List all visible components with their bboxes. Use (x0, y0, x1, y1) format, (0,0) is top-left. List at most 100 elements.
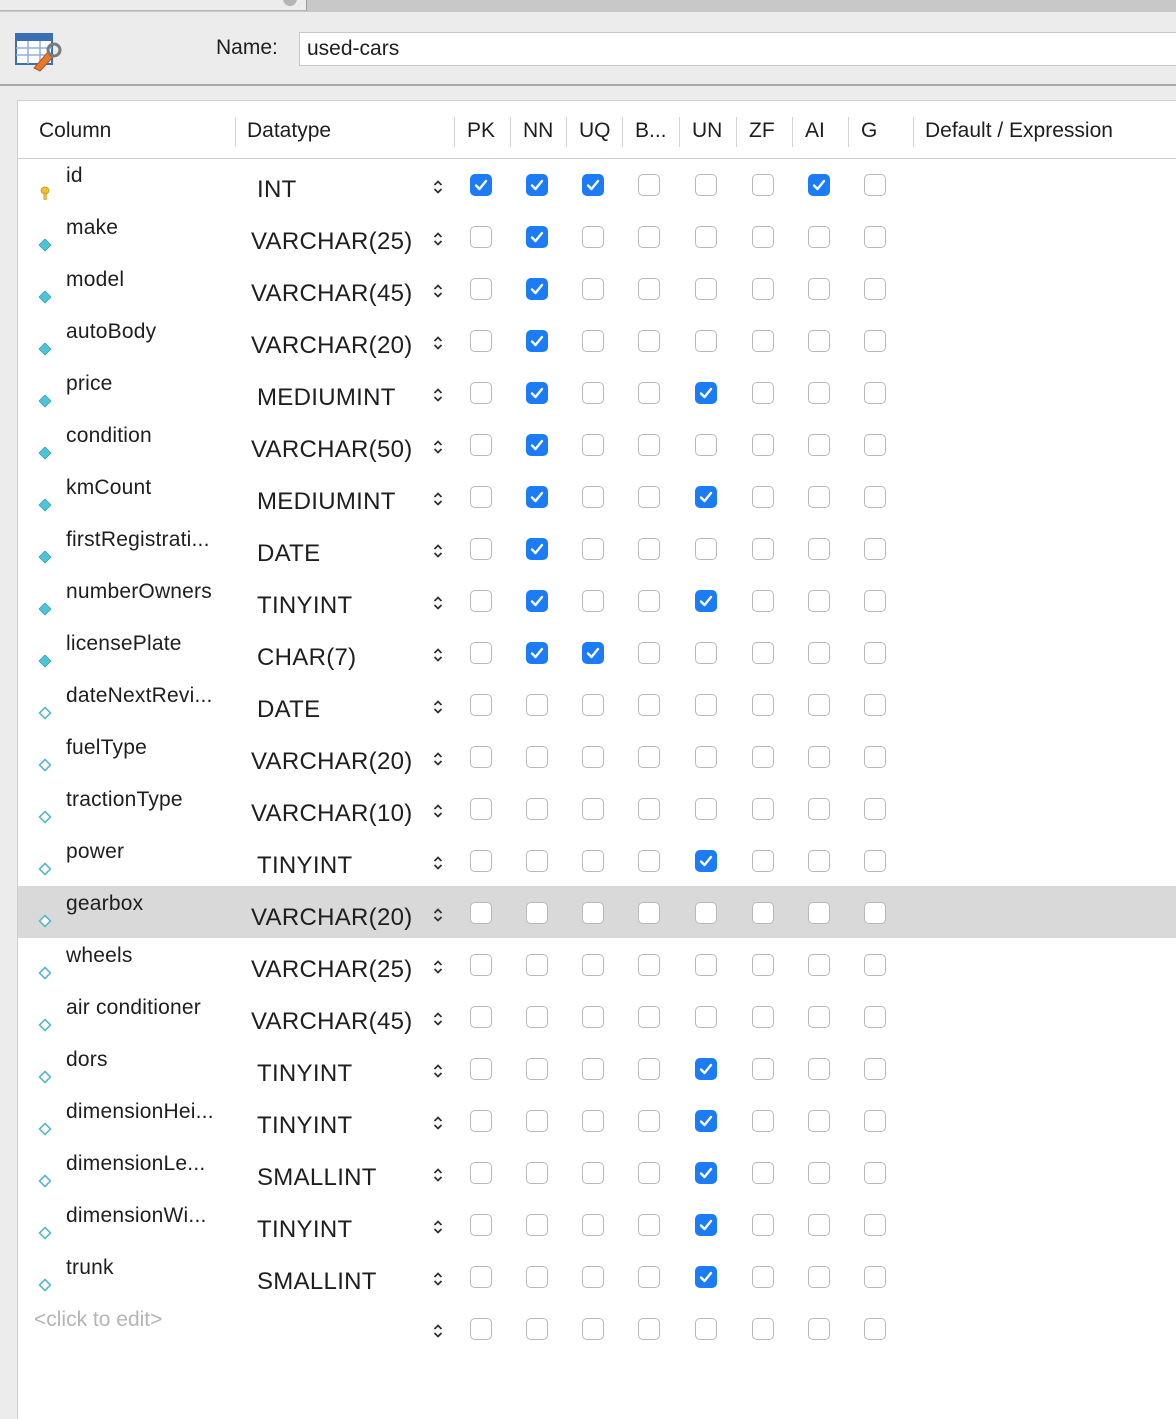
checkbox-checked[interactable] (808, 174, 830, 196)
checkbox-checked[interactable] (526, 434, 548, 456)
checkbox-unchecked[interactable] (638, 434, 660, 456)
checkbox-unchecked[interactable] (808, 486, 830, 508)
checkbox-unchecked[interactable] (752, 382, 774, 404)
checkbox-unchecked[interactable] (864, 1058, 886, 1080)
column-row[interactable]: id INT (18, 158, 1176, 210)
new-column-row[interactable]: <click to edit> (18, 1302, 1176, 1354)
checkbox-checked[interactable] (695, 1110, 717, 1132)
column-datatype[interactable]: TINYINT (257, 852, 352, 880)
column-datatype[interactable]: CHAR(7) (257, 644, 356, 672)
checkbox-unchecked[interactable] (695, 694, 717, 716)
checkbox-checked[interactable] (526, 330, 548, 352)
checkbox-unchecked[interactable] (864, 642, 886, 664)
column-row[interactable]: fuelType VARCHAR(20) (18, 730, 1176, 782)
checkbox-unchecked[interactable] (752, 330, 774, 352)
checkbox-unchecked[interactable] (808, 1110, 830, 1132)
checkbox-unchecked[interactable] (752, 954, 774, 976)
flag-header-0[interactable]: PK (467, 119, 495, 143)
checkbox-unchecked[interactable] (808, 278, 830, 300)
checkbox-unchecked[interactable] (752, 434, 774, 456)
checkbox-unchecked[interactable] (808, 1162, 830, 1184)
default-expression-header[interactable]: Default / Expression (925, 119, 1113, 143)
column-datatype[interactable]: MEDIUMINT (257, 488, 396, 516)
column-name[interactable]: id (66, 164, 83, 188)
checkbox-unchecked[interactable] (526, 1266, 548, 1288)
checkbox-unchecked[interactable] (864, 798, 886, 820)
column-name[interactable]: price (66, 372, 113, 396)
column-datatype[interactable]: SMALLINT (257, 1164, 377, 1192)
checkbox-checked[interactable] (526, 538, 548, 560)
column-datatype[interactable]: VARCHAR(20) (251, 748, 413, 776)
column-row[interactable]: air conditioner VARCHAR(45) (18, 990, 1176, 1042)
column-row[interactable]: dors TINYINT (18, 1042, 1176, 1094)
flag-header-5[interactable]: ZF (749, 119, 775, 143)
checkbox-unchecked[interactable] (752, 902, 774, 924)
checkbox-unchecked[interactable] (638, 1214, 660, 1236)
checkbox-unchecked[interactable] (470, 694, 492, 716)
checkbox-unchecked[interactable] (695, 330, 717, 352)
checkbox-unchecked[interactable] (695, 954, 717, 976)
datatype-stepper-icon[interactable] (432, 230, 444, 248)
checkbox-unchecked[interactable] (526, 902, 548, 924)
column-row[interactable]: make VARCHAR(25) (18, 210, 1176, 262)
checkbox-unchecked[interactable] (526, 1214, 548, 1236)
checkbox-unchecked[interactable] (470, 642, 492, 664)
checkbox-unchecked[interactable] (638, 642, 660, 664)
checkbox-unchecked[interactable] (752, 1318, 774, 1340)
flag-header-2[interactable]: UQ (579, 119, 611, 143)
checkbox-unchecked[interactable] (752, 1266, 774, 1288)
checkbox-checked[interactable] (526, 382, 548, 404)
checkbox-unchecked[interactable] (638, 850, 660, 872)
checkbox-unchecked[interactable] (526, 1318, 548, 1340)
column-datatype[interactable]: TINYINT (257, 1060, 352, 1088)
column-header[interactable]: Column (39, 119, 111, 143)
checkbox-unchecked[interactable] (752, 174, 774, 196)
checkbox-unchecked[interactable] (864, 538, 886, 560)
checkbox-unchecked[interactable] (470, 1266, 492, 1288)
checkbox-unchecked[interactable] (470, 746, 492, 768)
column-name[interactable]: licensePlate (66, 632, 182, 656)
column-name[interactable]: tractionType (66, 788, 183, 812)
checkbox-checked[interactable] (526, 174, 548, 196)
datatype-stepper-icon[interactable] (432, 698, 444, 716)
column-name[interactable]: dimensionHei... (66, 1100, 214, 1124)
column-name[interactable]: fuelType (66, 736, 147, 760)
datatype-stepper-icon[interactable] (432, 438, 444, 456)
checkbox-unchecked[interactable] (695, 1318, 717, 1340)
checkbox-unchecked[interactable] (638, 1266, 660, 1288)
checkbox-unchecked[interactable] (864, 954, 886, 976)
checkbox-unchecked[interactable] (752, 798, 774, 820)
column-name[interactable]: condition (66, 424, 152, 448)
column-name[interactable]: firstRegistrati... (66, 528, 210, 552)
checkbox-unchecked[interactable] (752, 1162, 774, 1184)
datatype-header[interactable]: Datatype (247, 119, 331, 143)
column-datatype[interactable]: MEDIUMINT (257, 384, 396, 412)
checkbox-checked[interactable] (526, 278, 548, 300)
flag-header-6[interactable]: AI (805, 119, 825, 143)
column-datatype[interactable]: VARCHAR(10) (251, 800, 413, 828)
column-datatype[interactable]: VARCHAR(20) (251, 332, 413, 360)
checkbox-unchecked[interactable] (695, 798, 717, 820)
click-to-edit-placeholder[interactable]: <click to edit> (34, 1308, 162, 1332)
column-datatype[interactable]: TINYINT (257, 592, 352, 620)
checkbox-unchecked[interactable] (638, 382, 660, 404)
checkbox-unchecked[interactable] (470, 798, 492, 820)
checkbox-unchecked[interactable] (808, 642, 830, 664)
checkbox-unchecked[interactable] (864, 1266, 886, 1288)
checkbox-unchecked[interactable] (582, 590, 604, 612)
checkbox-unchecked[interactable] (808, 902, 830, 924)
checkbox-unchecked[interactable] (582, 850, 604, 872)
column-row[interactable]: wheels VARCHAR(25) (18, 938, 1176, 990)
checkbox-unchecked[interactable] (752, 850, 774, 872)
checkbox-unchecked[interactable] (582, 1214, 604, 1236)
flag-header-7[interactable]: G (861, 119, 877, 143)
checkbox-unchecked[interactable] (864, 850, 886, 872)
checkbox-unchecked[interactable] (752, 1058, 774, 1080)
checkbox-unchecked[interactable] (582, 1110, 604, 1132)
checkbox-unchecked[interactable] (808, 746, 830, 768)
checkbox-checked[interactable] (470, 174, 492, 196)
checkbox-unchecked[interactable] (470, 278, 492, 300)
column-row[interactable]: tractionType VARCHAR(10) (18, 782, 1176, 834)
column-datatype[interactable]: TINYINT (257, 1112, 352, 1140)
checkbox-unchecked[interactable] (526, 1058, 548, 1080)
